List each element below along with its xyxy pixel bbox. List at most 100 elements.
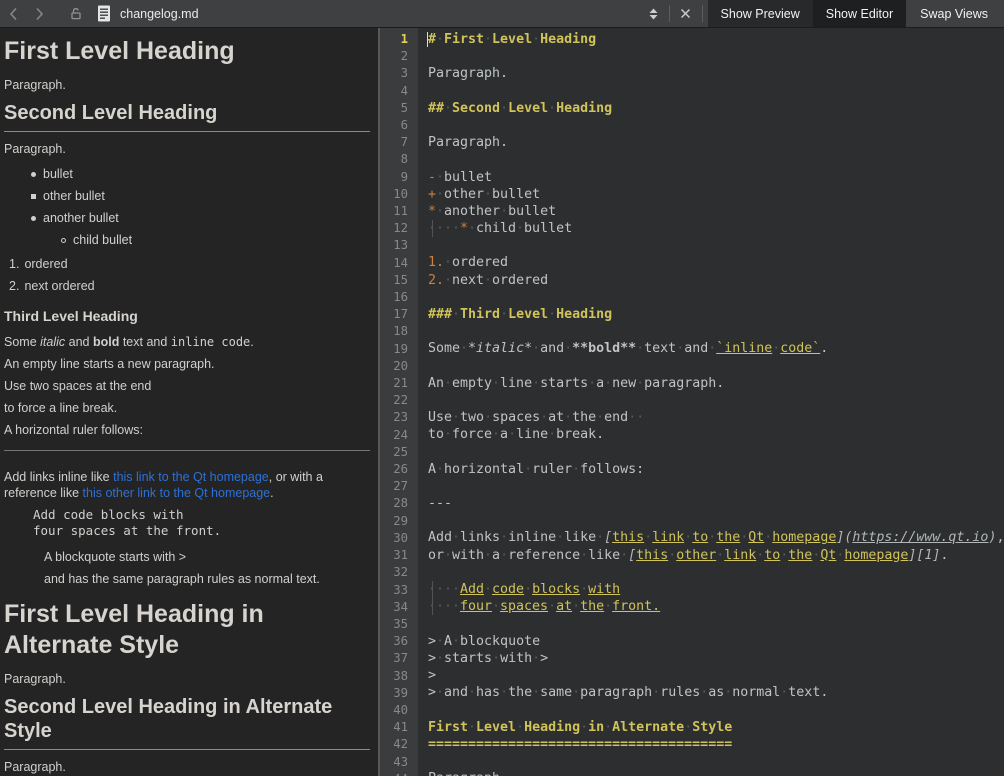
open-file-name[interactable]: changelog.md <box>120 7 199 21</box>
show-preview-button[interactable]: Show Preview <box>708 0 813 27</box>
whitespace-dot: · <box>444 254 452 271</box>
code-line[interactable]: #·First·Level·Heading <box>428 31 1004 48</box>
disc-bullet-icon <box>31 172 36 177</box>
bold-text: bold <box>93 335 119 349</box>
close-document-button[interactable] <box>675 1 697 27</box>
whitespace-dot: · <box>724 684 732 701</box>
preview-links-paragraph: Add links inline like this link to the Q… <box>4 469 370 501</box>
document-dropdown-button[interactable] <box>644 1 664 27</box>
code-line[interactable]: ====================================== <box>428 736 1004 753</box>
line-number: 43 <box>380 754 408 771</box>
line-number: 21 <box>380 375 408 392</box>
whitespace-dot: · <box>484 581 492 598</box>
code-line[interactable]: 2.·next·ordered <box>428 272 1004 289</box>
whitespace-dot: · <box>468 220 476 237</box>
code-line[interactable] <box>428 117 1004 134</box>
horizontal-ruler <box>4 450 370 451</box>
whitespace-dot: · <box>596 409 604 426</box>
line-number: 28 <box>380 495 408 512</box>
back-button[interactable] <box>0 1 26 27</box>
code-line[interactable] <box>428 237 1004 254</box>
code-line[interactable]: An·empty·line·starts·a·new·paragraph. <box>428 375 1004 392</box>
whitespace-dot: · <box>572 598 580 615</box>
code-line[interactable] <box>428 48 1004 65</box>
code-line[interactable]: --- <box>428 495 1004 512</box>
code-line[interactable]: Use·two·spaces·at·the·end·· <box>428 409 1004 426</box>
show-editor-button[interactable]: Show Editor <box>813 0 906 27</box>
code-line[interactable] <box>428 83 1004 100</box>
whitespace-dot: · <box>436 220 444 237</box>
list-item: 1. ordered <box>4 253 370 275</box>
code-line[interactable] <box>428 615 1004 632</box>
code-line[interactable]: ###·Third·Level·Heading <box>428 306 1004 323</box>
code-line[interactable]: +·other·bullet <box>428 186 1004 203</box>
code-line[interactable]: Paragraph. <box>428 770 1004 776</box>
line-number: 35 <box>380 616 408 633</box>
code-line[interactable] <box>428 478 1004 495</box>
code-line[interactable]: 1.·ordered <box>428 254 1004 271</box>
line-number: 33 <box>380 582 408 599</box>
whitespace-dot: · <box>436 598 444 615</box>
code-line[interactable]: or·with·a·reference·like·[this·other·lin… <box>428 547 1004 564</box>
whitespace-dot: · <box>484 272 492 289</box>
whitespace-dot: · <box>444 100 452 117</box>
whitespace-dot: · <box>572 461 580 478</box>
code-line[interactable]: ····*·child·bullet <box>428 220 1004 237</box>
indent-guide <box>432 220 433 237</box>
code-line[interactable] <box>428 444 1004 461</box>
whitespace-dot: · <box>500 684 508 701</box>
close-icon <box>680 8 691 19</box>
whitespace-dot: · <box>492 598 500 615</box>
list-item-label: ordered <box>24 256 67 272</box>
blockquote-line: A blockquote starts with > <box>44 549 370 565</box>
code-line[interactable] <box>428 358 1004 375</box>
code-line[interactable] <box>428 512 1004 529</box>
whitespace-dot: · <box>548 306 556 323</box>
code-line[interactable]: to·force·a·line·break. <box>428 426 1004 443</box>
code-line[interactable]: >·and·has·the·same·paragraph·rules·as·no… <box>428 684 1004 701</box>
line-number: 2 <box>380 48 408 65</box>
preview-h2-alt: Second Level Heading in Alternate Style <box>4 695 370 750</box>
code-line[interactable]: ##·Second·Level·Heading <box>428 100 1004 117</box>
code-line[interactable] <box>428 392 1004 409</box>
editor-code[interactable]: #·First·Level·Heading Paragraph. ##·Second… <box>418 28 1004 776</box>
code-line[interactable] <box>428 289 1004 306</box>
line-number: 10 <box>380 186 408 203</box>
indent-guide <box>432 598 433 615</box>
qt-homepage-link[interactable]: this link to the Qt homepage <box>113 470 269 484</box>
code-line[interactable] <box>428 753 1004 770</box>
code-line[interactable]: Paragraph. <box>428 65 1004 82</box>
code-line[interactable]: >·A·blockquote <box>428 633 1004 650</box>
markdown-preview-pane[interactable]: First Level Heading Paragraph. Second Le… <box>0 28 378 776</box>
code-line[interactable] <box>428 323 1004 340</box>
whitespace-dot: · <box>564 409 572 426</box>
code-line[interactable] <box>428 564 1004 581</box>
whitespace-dot: · <box>772 340 780 357</box>
code-line[interactable]: *·another·bullet <box>428 203 1004 220</box>
lock-button[interactable] <box>70 7 83 20</box>
list-item-label: bullet <box>43 166 73 182</box>
code-line[interactable]: Some·*italic*·and·**bold**·text·and·`inl… <box>428 340 1004 357</box>
code-line[interactable] <box>428 151 1004 168</box>
forward-button[interactable] <box>26 1 52 27</box>
whitespace-dot: · <box>604 719 612 736</box>
whitespace-dot: · <box>636 409 644 426</box>
whitespace-dot: · <box>764 529 772 546</box>
swap-views-button[interactable]: Swap Views <box>906 0 1004 27</box>
line-number: 13 <box>380 237 408 254</box>
code-line[interactable]: >·starts·with·> <box>428 650 1004 667</box>
code-line[interactable]: A·horizontal·ruler·follows: <box>428 461 1004 478</box>
qt-homepage-reference-link[interactable]: this other link to the Qt homepage <box>83 486 271 500</box>
whitespace-dot: · <box>452 306 460 323</box>
code-line[interactable] <box>428 701 1004 718</box>
code-line[interactable]: > <box>428 667 1004 684</box>
code-line[interactable]: First·Level·Heading·in·Alternate·Style <box>428 719 1004 736</box>
document-icon <box>97 5 111 22</box>
code-line[interactable]: ····Add·code·blocks·with <box>428 581 1004 598</box>
code-line[interactable]: -·bullet <box>428 169 1004 186</box>
code-line[interactable]: ····four·spaces·at·the·front. <box>428 598 1004 615</box>
list-item: 2. next ordered <box>4 275 370 297</box>
line-number: 31 <box>380 547 408 564</box>
code-line[interactable]: Add·links·inline·like·[this·link·to·the·… <box>428 529 1004 546</box>
code-line[interactable]: Paragraph. <box>428 134 1004 151</box>
